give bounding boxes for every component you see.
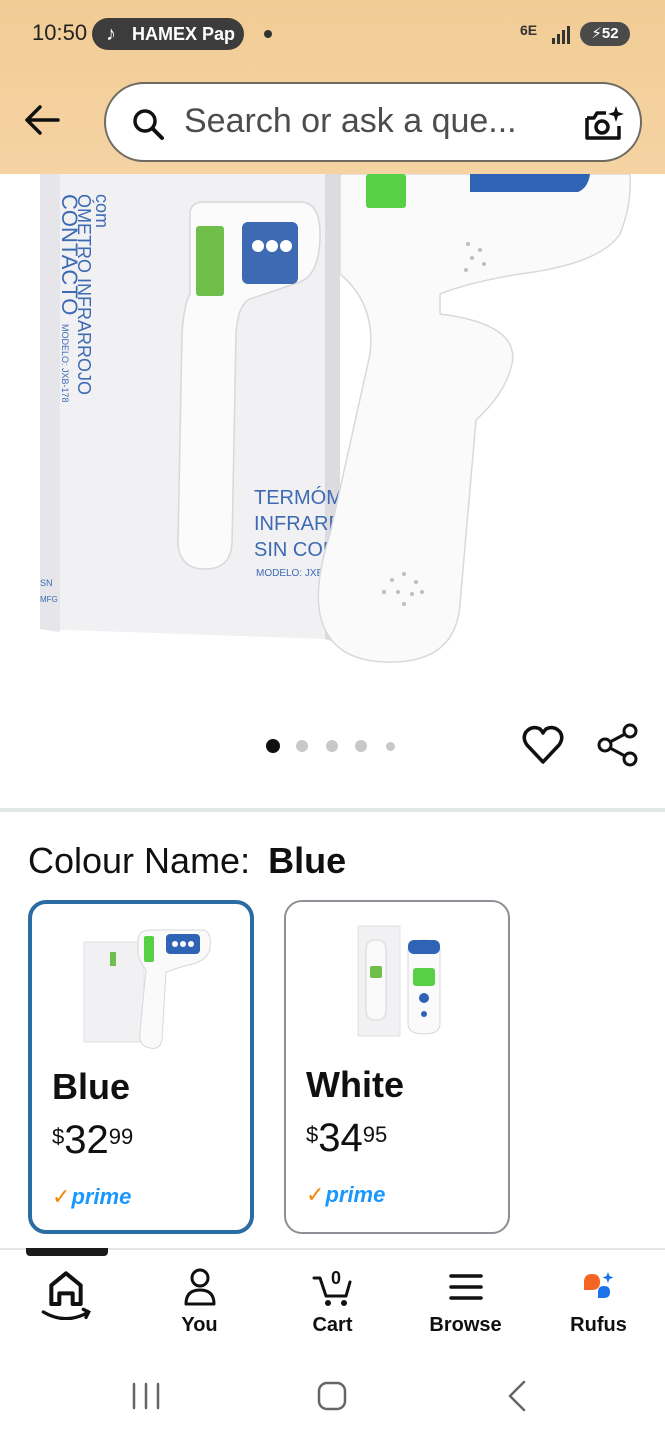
variant-name: Blue: [52, 1066, 131, 1107]
prime-check-icon: ✓: [306, 1182, 325, 1207]
back-button[interactable]: [18, 96, 66, 144]
share-button[interactable]: [596, 722, 640, 768]
box-side-text-3: MODELO: JXB-178: [60, 324, 70, 403]
variant-thumbnail-white: [357, 925, 441, 1037]
wishlist-button[interactable]: [520, 722, 566, 768]
battery-icon: ⚡52: [580, 22, 630, 46]
price-fraction: 99: [108, 1124, 134, 1149]
status-time: 10:50: [32, 20, 88, 45]
home-icon: [41, 1271, 91, 1320]
network-type: 6E: [520, 22, 538, 38]
nav-browse-label: Browse: [429, 1314, 502, 1336]
colour-label: Colour Name:: [28, 840, 251, 881]
variant-price: $3495: [306, 1116, 387, 1161]
nav-you[interactable]: You: [133, 1250, 266, 1350]
system-nav-bar: [0, 1350, 665, 1440]
colour-selected-value: Blue: [268, 840, 347, 881]
rufus-icon: [584, 1272, 614, 1298]
box-side-text-2: CONTACTO: [57, 194, 82, 315]
prime-label: prime: [325, 1182, 386, 1207]
nav-rufus[interactable]: Rufus: [532, 1250, 665, 1350]
nav-cart-label: Cart: [312, 1314, 353, 1336]
search-input[interactable]: Search or ask a que...: [184, 102, 517, 141]
back-system-icon[interactable]: [498, 1376, 538, 1416]
bottom-nav: You 0 Cart Browse Rufus: [0, 1250, 665, 1350]
music-note-icon: ♪: [106, 23, 116, 45]
arrow-left-icon: [25, 105, 60, 135]
prime-badge: ✓prime: [52, 1184, 131, 1210]
thermometer-illustration: com ÓMETRO INFRARROJO CONTACTO MODELO: J…: [40, 174, 632, 663]
nav-cart[interactable]: 0 Cart: [266, 1250, 399, 1350]
box-mark-mfg: MFG: [40, 595, 58, 604]
carousel-dot[interactable]: [326, 740, 338, 752]
cart-icon: 0: [312, 1268, 352, 1306]
notification-pill: ♪ HAMEX Pap: [92, 18, 244, 50]
status-bar: 10:50 ♪ HAMEX Pap 6E ⚡52: [0, 0, 665, 68]
menu-icon: [449, 1274, 483, 1300]
variant-name: White: [306, 1064, 404, 1105]
box-brand: com: [92, 194, 112, 228]
price-whole: 34: [318, 1116, 363, 1160]
carousel-dot[interactable]: [355, 740, 367, 752]
nav-rufus-label: Rufus: [570, 1314, 627, 1336]
search-bar[interactable]: Search or ask a que...: [104, 82, 642, 162]
heart-icon: [522, 725, 564, 764]
prime-badge: ✓prime: [306, 1182, 385, 1208]
notification-pill-label: HAMEX Pap: [132, 24, 236, 44]
carousel-dot[interactable]: [296, 740, 308, 752]
product-image[interactable]: com ÓMETRO INFRARROJO CONTACTO MODELO: J…: [0, 174, 665, 694]
product-page: 10:50 ♪ HAMEX Pap 6E ⚡52 Search or ask a…: [0, 0, 665, 1440]
cart-count-badge: 0: [331, 1268, 341, 1288]
user-icon: [184, 1268, 216, 1306]
prime-check-icon: ✓: [52, 1184, 71, 1209]
variant-price: $3299: [52, 1118, 133, 1163]
camera-search-icon[interactable]: [582, 104, 626, 144]
price-fraction: 95: [362, 1122, 388, 1147]
home-system-icon[interactable]: [312, 1376, 352, 1416]
signal-icon: [552, 24, 574, 44]
variant-thumbnail-blue: [83, 929, 211, 1049]
battery-level: 52: [601, 25, 619, 42]
prime-label: prime: [71, 1184, 132, 1209]
section-divider: [0, 808, 665, 812]
colour-name-row: Colour Name: Blue: [28, 840, 346, 882]
image-carousel-dots[interactable]: [266, 738, 406, 754]
price-whole: 32: [64, 1118, 109, 1162]
recent-apps-icon[interactable]: [126, 1376, 166, 1416]
share-icon: [597, 723, 638, 767]
nav-home[interactable]: [0, 1250, 133, 1350]
app-header: 10:50 ♪ HAMEX Pap 6E ⚡52 Search or ask a…: [0, 0, 665, 174]
carousel-dot[interactable]: [386, 742, 395, 751]
price-currency: $: [52, 1124, 65, 1149]
carousel-dot[interactable]: [266, 739, 280, 753]
nav-browse[interactable]: Browse: [399, 1250, 532, 1350]
nav-you-label: You: [181, 1314, 218, 1336]
variant-option-white[interactable]: White $3495 ✓prime: [284, 900, 510, 1234]
variant-option-blue[interactable]: Blue $3299 ✓prime: [28, 900, 254, 1234]
box-mark-sn: SN: [40, 578, 53, 588]
nav-active-indicator: [26, 1248, 108, 1256]
notification-dot: [264, 30, 272, 38]
price-currency: $: [306, 1122, 319, 1147]
search-icon: [133, 109, 164, 140]
